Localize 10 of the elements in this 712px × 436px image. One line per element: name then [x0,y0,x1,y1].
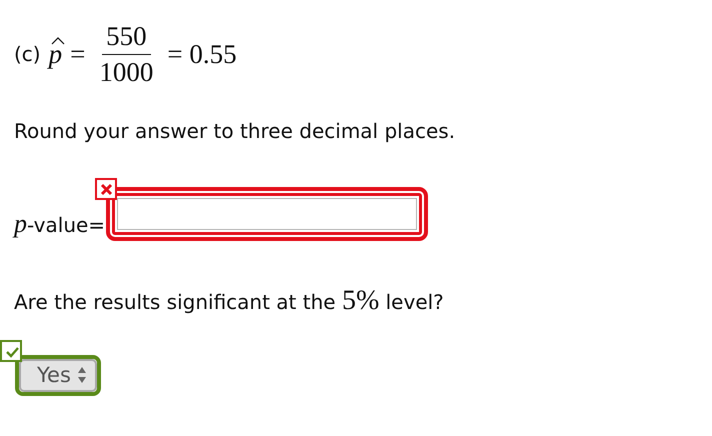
part-label: (c) [14,42,41,66]
p-value-label: p-value= [14,209,106,240]
equals-sign: = [70,38,86,70]
answer-dropdown[interactable]: Yes [15,355,101,396]
fraction: 550 1000 [99,20,154,88]
instruction-text: Round your answer to three decimal places. [14,119,456,143]
result-text: = 0.55 [167,38,237,70]
up-down-arrows-icon [76,366,87,384]
answer-field[interactable] [106,187,428,241]
question-text: Are the results significant at the 5% level? [14,285,445,317]
